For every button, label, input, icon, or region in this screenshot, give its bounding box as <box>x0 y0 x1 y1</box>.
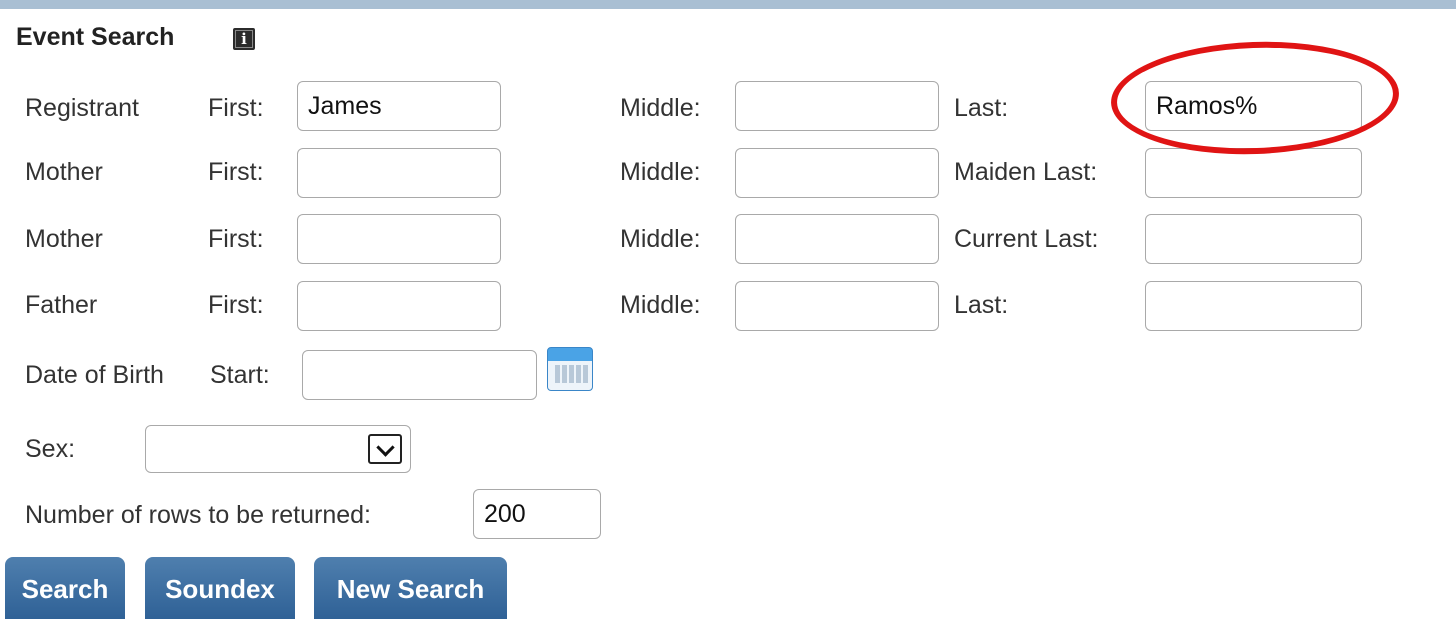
chevron-down-icon[interactable] <box>368 434 402 464</box>
mother-maiden-last-input[interactable] <box>1145 148 1362 198</box>
mother-current-first-label: First: <box>208 225 264 253</box>
info-icon[interactable]: i <box>233 28 255 50</box>
section-title: Event Search <box>16 23 175 51</box>
registrant-first-label: First: <box>208 94 264 122</box>
calendar-icon[interactable] <box>547 347 593 391</box>
dob-label: Date of Birth <box>25 361 164 389</box>
father-role-label: Father <box>25 291 98 319</box>
father-last-input[interactable] <box>1145 281 1362 331</box>
mother-maiden-first-input[interactable] <box>297 148 501 198</box>
mother-current-last-label: Current Last: <box>954 225 1099 253</box>
new-search-button[interactable]: New Search <box>314 557 507 619</box>
father-middle-input[interactable] <box>735 281 939 331</box>
sex-select[interactable] <box>145 425 411 473</box>
mother-maiden-last-label: Maiden Last: <box>954 158 1098 186</box>
mother-maiden-first-label: First: <box>208 158 264 186</box>
registrant-middle-input[interactable] <box>735 81 939 131</box>
rows-returned-input[interactable]: 200 <box>473 489 601 539</box>
mother-current-last-input[interactable] <box>1145 214 1362 264</box>
registrant-middle-label: Middle: <box>620 94 701 122</box>
sex-label: Sex: <box>25 435 76 463</box>
mother-current-middle-input[interactable] <box>735 214 939 264</box>
mother-current-role-label: Mother <box>25 225 103 253</box>
registrant-last-label: Last: <box>954 94 1009 122</box>
mother-maiden-middle-label: Middle: <box>620 158 701 186</box>
father-middle-label: Middle: <box>620 291 701 319</box>
registrant-last-input[interactable]: Ramos% <box>1145 81 1362 131</box>
search-button[interactable]: Search <box>5 557 125 619</box>
mother-maiden-role-label: Mother <box>25 158 103 186</box>
mother-current-first-input[interactable] <box>297 214 501 264</box>
registrant-label: Registrant <box>25 94 139 122</box>
event-search-page: Event Search i Registrant First: James M… <box>0 0 1456 619</box>
mother-maiden-middle-input[interactable] <box>735 148 939 198</box>
rows-returned-label: Number of rows to be returned: <box>25 501 371 529</box>
registrant-first-input[interactable]: James <box>297 81 501 131</box>
soundex-button[interactable]: Soundex <box>145 557 295 619</box>
dob-start-input[interactable] <box>302 350 537 400</box>
mother-current-middle-label: Middle: <box>620 225 701 253</box>
top-divider <box>0 0 1456 9</box>
dob-start-label: Start: <box>210 361 270 389</box>
father-last-label: Last: <box>954 291 1009 319</box>
father-first-input[interactable] <box>297 281 501 331</box>
father-first-label: First: <box>208 291 264 319</box>
